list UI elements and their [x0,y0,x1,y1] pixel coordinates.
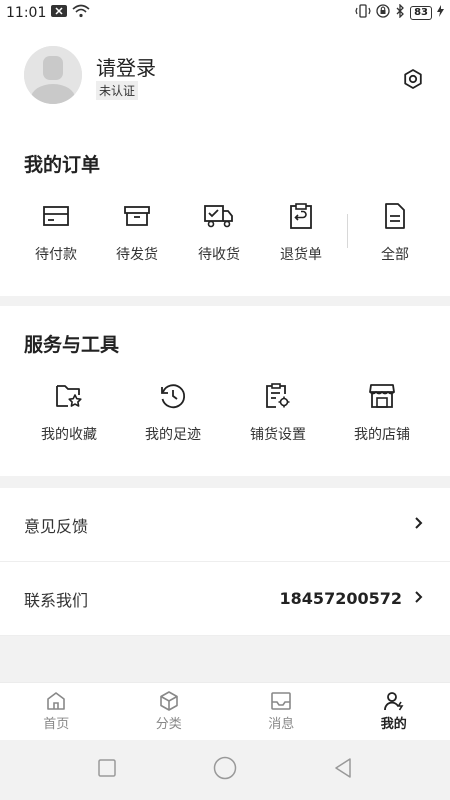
tab-mine[interactable]: 我的 [338,683,450,740]
back-triangle-icon [335,758,351,778]
wifi-icon [72,4,90,22]
settings-button[interactable] [398,64,428,94]
order-pending-payment[interactable]: 待付款 [16,200,96,264]
tools-row: 我的收藏 我的足迹 铺货设置 我的店铺 [0,380,450,460]
gear-icon [404,69,422,89]
square-icon [98,759,116,777]
order-label: 全部 [381,247,409,263]
tab-messages[interactable]: 消息 [225,683,338,740]
feedback-label: 意见反馈 [24,516,89,536]
order-label: 退货单 [280,247,322,263]
tool-label: 我的足迹 [145,427,201,443]
tool-label: 我的收藏 [41,427,97,443]
wallet-card-icon [43,206,69,226]
truck-icon [204,205,233,228]
clipboard-settings-icon [266,383,290,408]
order-pending-shipment[interactable]: 待发货 [97,200,177,264]
tool-favorites[interactable]: 我的收藏 [29,380,109,444]
contact-right: 18457200572 [280,589,424,608]
vibrate-icon [355,4,371,22]
home-button[interactable] [213,756,237,784]
tab-label: 消息 [268,717,295,732]
order-pending-receipt[interactable]: 待收货 [179,200,259,264]
box-icon [124,206,150,226]
tab-home[interactable]: 首页 [0,683,113,740]
return-clipboard-icon [290,203,312,229]
cube-icon [159,691,178,711]
status-left: 11:01 [6,4,90,22]
feedback-row[interactable]: 意见反馈 [0,488,450,562]
verification-badge: 未认证 [96,81,139,100]
profile-header: 请登录 未认证 [0,26,450,126]
tools-section: 服务与工具 我的收藏 我的足迹 铺货设置 我的店铺 [0,306,450,476]
document-icon [385,203,405,229]
battery-level: 83 [410,6,432,20]
home-icon [47,692,66,710]
status-bar: 11:01 83 [0,0,450,26]
order-label: 待收货 [198,247,240,263]
orders-row: 待付款 待发货 待收货 退货单 全部 [0,200,450,280]
status-time: 11:01 [6,5,47,21]
tool-history[interactable]: 我的足迹 [133,380,213,444]
tools-title: 服务与工具 [24,334,120,356]
order-returns[interactable]: 退货单 [261,200,341,264]
tool-label: 铺货设置 [250,427,306,443]
chevron-right-icon [414,589,424,608]
orders-divider [347,214,348,248]
store-icon [369,384,395,408]
order-label: 待付款 [35,247,77,263]
order-label: 待发货 [116,247,158,263]
contact-row[interactable]: 联系我们 18457200572 [0,562,450,636]
tool-my-store[interactable]: 我的店铺 [342,380,422,444]
settings-list: 意见反馈 联系我们 18457200572 [0,488,450,636]
back-button[interactable] [333,757,353,783]
default-avatar-icon [24,46,82,104]
chevron-right-icon [414,515,424,534]
charging-icon [437,5,444,21]
circle-icon [213,756,237,780]
orders-title: 我的订单 [24,154,101,176]
tab-label: 首页 [43,717,70,732]
contact-label: 联系我们 [24,590,89,610]
tool-distribution-settings[interactable]: 铺货设置 [238,380,318,444]
bluetooth-icon [395,3,405,22]
phone-number: 18457200572 [279,589,402,608]
notification-icon [51,5,68,21]
folder-star-icon [56,385,82,407]
order-all[interactable]: 全部 [355,200,435,264]
recents-button[interactable] [97,758,117,782]
lock-rotation-icon [376,4,390,22]
inbox-icon [271,692,292,710]
tab-category[interactable]: 分类 [113,683,226,740]
tab-label: 分类 [155,717,182,732]
bottom-tab-bar: 首页 分类 消息 我的 [0,682,450,740]
tab-label: 我的 [380,717,407,732]
tool-label: 我的店铺 [354,427,410,443]
status-right: 83 [355,3,444,22]
avatar[interactable] [24,46,82,104]
history-clock-icon [161,384,186,409]
login-link[interactable]: 请登录 [96,52,156,81]
orders-section: 我的订单 待付款 待发货 待收货 退货单 全部 [0,126,450,296]
system-nav-bar [0,740,450,800]
user-icon [383,692,404,711]
